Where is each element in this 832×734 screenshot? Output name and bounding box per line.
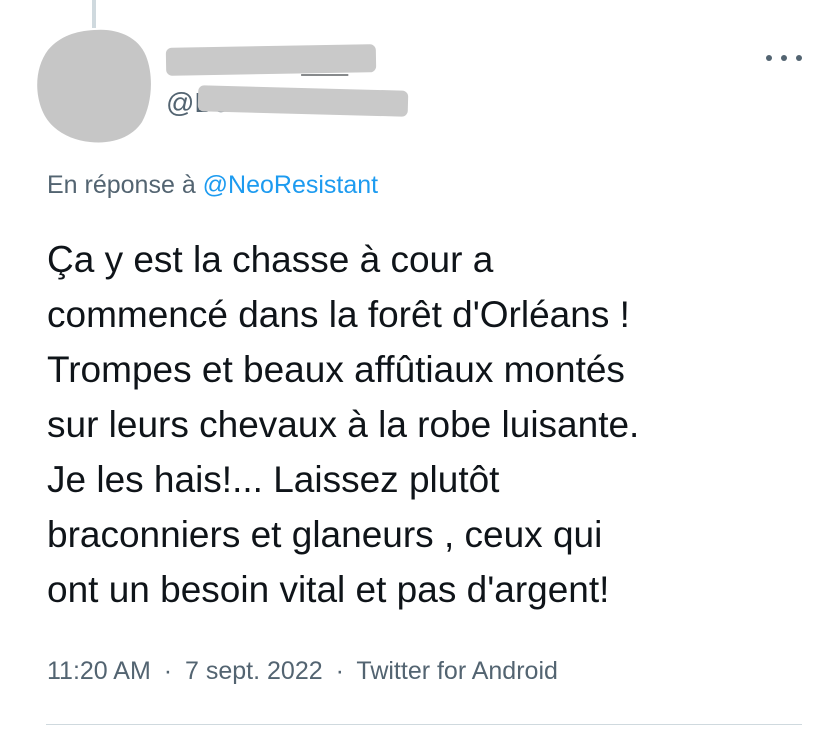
more-options-button[interactable] xyxy=(766,46,802,70)
tweet-text-line: Je les hais!... Laissez plutôt xyxy=(47,459,500,500)
reply-prefix: En réponse à xyxy=(47,171,196,199)
redaction-mark-name xyxy=(165,44,377,76)
tweet-time[interactable]: 11:20 AM xyxy=(47,657,151,685)
meta-separator: · xyxy=(163,657,173,685)
more-horizontal-icon xyxy=(766,55,772,61)
tweet-text: Ça y est la chasse à cour a commencé dan… xyxy=(47,232,807,617)
redaction-mark-handle xyxy=(197,85,409,117)
divider xyxy=(46,724,802,725)
tweet-text-line: commencé dans la forêt d'Orléans ! xyxy=(47,294,630,335)
tweet-text-line: ont un besoin vital et pas d'argent! xyxy=(47,569,610,610)
avatar[interactable] xyxy=(34,26,156,146)
tweet-client-link[interactable]: Twitter for Android xyxy=(356,657,557,685)
reply-context: En réponse à @NeoResistant xyxy=(47,168,378,202)
tweet-text-line: braconniers et glaneurs , ceux qui xyxy=(47,514,603,555)
tweet-date[interactable]: 7 sept. 2022 xyxy=(185,657,323,685)
tweet-text-line: sur leurs chevaux à la robe luisante. xyxy=(47,404,640,445)
tweet-text-line: Ça y est la chasse à cour a xyxy=(47,239,494,280)
thread-connector-line xyxy=(92,0,96,28)
tweet-text-line: Trompes et beaux affûtiaux montés xyxy=(47,349,625,390)
reply-mention-link[interactable]: @NeoResistant xyxy=(203,171,378,199)
meta-separator: · xyxy=(335,657,344,685)
tweet-metadata: 11:20 AM · 7 sept. 2022 · Twitter for An… xyxy=(47,654,558,688)
